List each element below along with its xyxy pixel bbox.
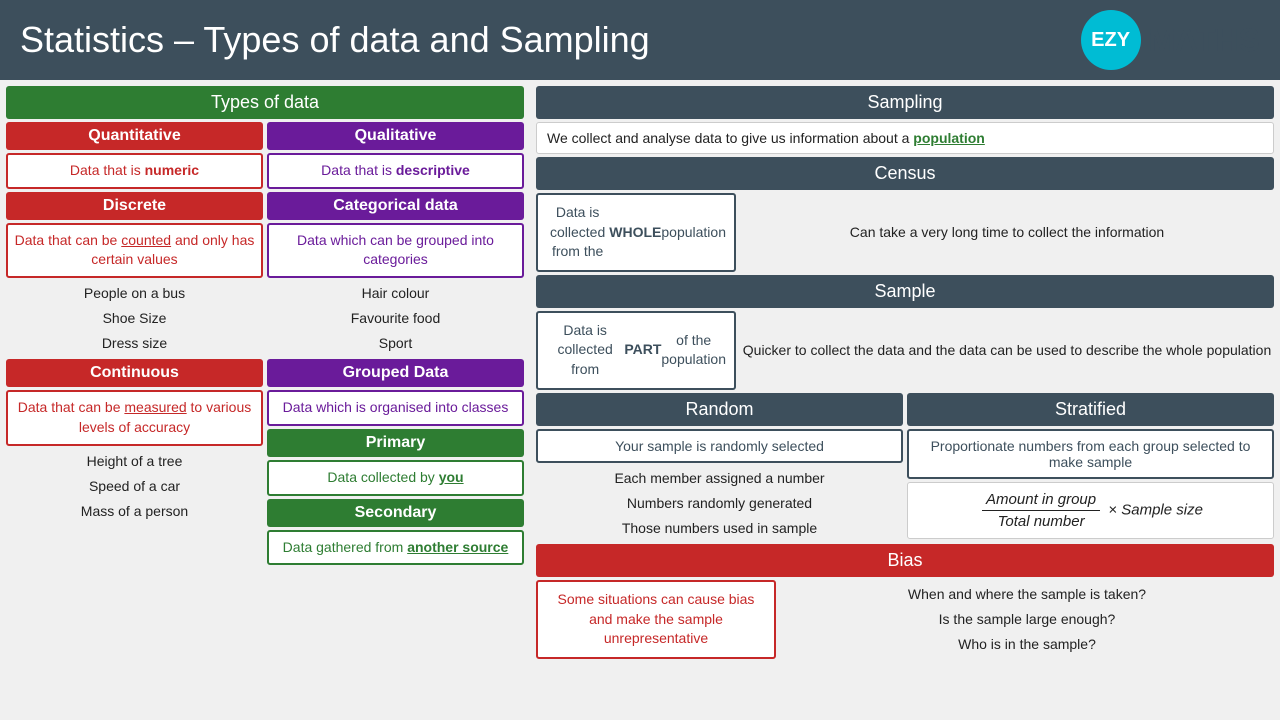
- sample-box: Data is collected from PART of the popul…: [536, 311, 736, 390]
- census-desc: Can take a very long time to collect the…: [740, 193, 1274, 272]
- sample-row: Data is collected from PART of the popul…: [536, 311, 1274, 390]
- formula-fraction: Amount in group Total number: [982, 491, 1100, 530]
- stratified-col: Stratified Proportionate numbers from ea…: [907, 393, 1274, 542]
- formula-box: Amount in group Total number × Sample si…: [907, 482, 1274, 539]
- sample-header: Sample: [536, 275, 1274, 308]
- stratified-box: Proportionate numbers from each group se…: [907, 429, 1274, 479]
- qualitative-col: Qualitative Data that is descriptive Cat…: [267, 122, 524, 565]
- page-title: Statistics – Types of data and Sampling: [20, 19, 650, 61]
- list-item: Shoe Size: [6, 306, 263, 331]
- primary-header: Primary: [267, 429, 524, 457]
- categorical-examples: Hair colour Favourite food Sport: [267, 281, 524, 357]
- sampling-header: Sampling: [536, 86, 1274, 119]
- list-item: People on a bus: [6, 281, 263, 306]
- list-item: When and where the sample is taken?: [908, 582, 1146, 607]
- logo-suffix: MATHS: [1149, 22, 1260, 59]
- secondary-def: Data gathered from another source: [267, 530, 524, 566]
- random-box: Your sample is randomly selected: [536, 429, 903, 463]
- census-row: Data is collected from the WHOLE populat…: [536, 193, 1274, 272]
- categorical-def: Data which can be grouped into categorie…: [267, 223, 524, 278]
- formula-denominator: Total number: [994, 511, 1089, 530]
- types-of-data-header: Types of data: [6, 86, 524, 119]
- logo-area: EZY MATHS: [1081, 10, 1260, 70]
- random-strat-section: Random Your sample is randomly selected …: [536, 393, 1274, 542]
- list-item: Dress size: [6, 331, 263, 356]
- list-item: Favourite food: [267, 306, 524, 331]
- page-header: Statistics – Types of data and Sampling …: [0, 0, 1280, 80]
- census-header: Census: [536, 157, 1274, 190]
- formula-multiply: × Sample size: [1108, 501, 1203, 518]
- formula-numerator: Amount in group: [982, 491, 1100, 511]
- main-content: Types of data Quantitative Data that is …: [0, 80, 1280, 720]
- list-item: Sport: [267, 331, 524, 356]
- list-item: Height of a tree: [6, 449, 263, 474]
- random-header: Random: [536, 393, 903, 426]
- quant-qual-row: Quantitative Data that is numeric Discre…: [6, 122, 524, 565]
- secondary-header: Secondary: [267, 499, 524, 527]
- list-item: Mass of a person: [6, 499, 263, 524]
- discrete-header: Discrete: [6, 192, 263, 220]
- stratified-header: Stratified: [907, 393, 1274, 426]
- quantitative-def: Data that is numeric: [6, 153, 263, 189]
- list-item: Speed of a car: [6, 474, 263, 499]
- quantitative-col: Quantitative Data that is numeric Discre…: [6, 122, 263, 565]
- census-box: Data is collected from the WHOLE populat…: [536, 193, 736, 272]
- random-col: Random Your sample is randomly selected …: [536, 393, 903, 542]
- discrete-def: Data that can be counted and only has ce…: [6, 223, 263, 278]
- list-item: Hair colour: [267, 281, 524, 306]
- grouped-def: Data which is organised into classes: [267, 390, 524, 426]
- continuous-examples: Height of a tree Speed of a car Mass of …: [6, 449, 263, 525]
- list-item: Numbers randomly generated: [536, 491, 903, 516]
- list-item: Each member assigned a number: [536, 466, 903, 491]
- sample-desc: Quicker to collect the data and the data…: [740, 311, 1274, 390]
- qualitative-header: Qualitative: [267, 122, 524, 150]
- list-item: Is the sample large enough?: [939, 607, 1116, 632]
- categorical-header: Categorical data: [267, 192, 524, 220]
- qualitative-def: Data that is descriptive: [267, 153, 524, 189]
- continuous-def: Data that can be measured to various lev…: [6, 390, 263, 445]
- sampling-intro-text: We collect and analyse data to give us i…: [547, 130, 985, 146]
- bias-header: Bias: [536, 544, 1274, 577]
- grouped-header: Grouped Data: [267, 359, 524, 387]
- logo-icon: EZY: [1081, 10, 1141, 70]
- list-item: Who is in the sample?: [958, 632, 1096, 657]
- population-link: population: [913, 130, 985, 146]
- quantitative-header: Quantitative: [6, 122, 263, 150]
- sampling-intro: We collect and analyse data to give us i…: [536, 122, 1274, 154]
- list-item: Those numbers used in sample: [536, 516, 903, 541]
- continuous-header: Continuous: [6, 359, 263, 387]
- primary-def: Data collected by you: [267, 460, 524, 496]
- random-items: Each member assigned a number Numbers ra…: [536, 466, 903, 542]
- bias-box: Some situations can cause bias and make …: [536, 580, 776, 659]
- discrete-examples: People on a bus Shoe Size Dress size: [6, 281, 263, 357]
- bias-desc: When and where the sample is taken? Is t…: [780, 580, 1274, 659]
- right-panel: Sampling We collect and analyse data to …: [530, 80, 1280, 720]
- bias-row: Some situations can cause bias and make …: [536, 580, 1274, 659]
- left-panel: Types of data Quantitative Data that is …: [0, 80, 530, 720]
